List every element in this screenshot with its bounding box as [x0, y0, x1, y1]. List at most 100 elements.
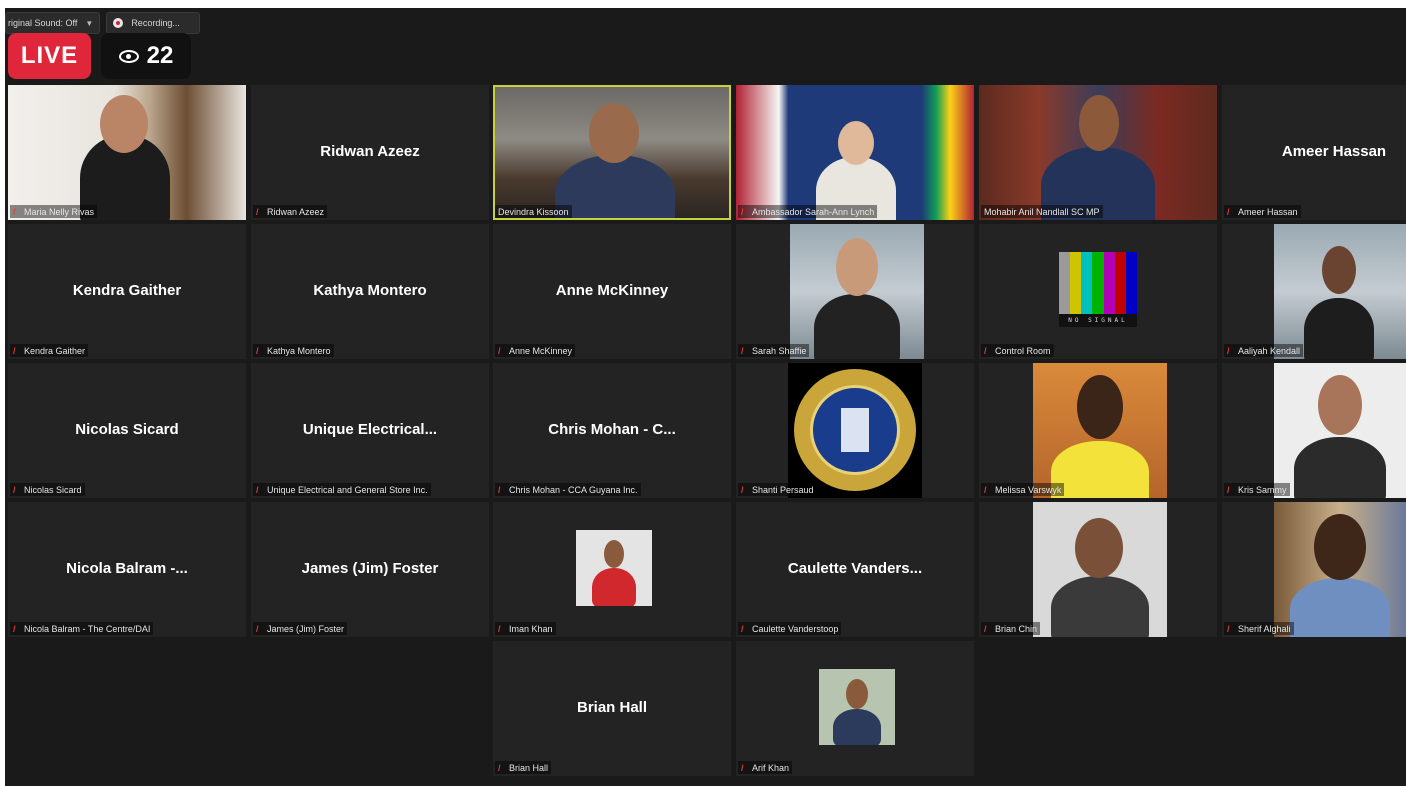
participant-tile[interactable]: / Arif Khan — [736, 641, 974, 776]
participant-tile[interactable]: / Sarah Shaffie — [736, 224, 974, 359]
muted-mic-icon: / — [498, 623, 501, 634]
participant-tile[interactable]: / Brian Chin — [979, 502, 1217, 637]
participant-head — [1079, 95, 1119, 151]
participant-name-label: Devindra Kissoon — [495, 205, 572, 218]
profile-picture — [576, 530, 652, 606]
viewer-count: 22 — [146, 42, 174, 69]
participant-head — [838, 121, 874, 165]
participant-tile[interactable]: Nicolas Sicard / Nicolas Sicard — [8, 363, 246, 498]
participant-video — [790, 224, 924, 359]
participant-tile[interactable]: / Ambassador Sarah-Ann Lynch — [736, 85, 974, 220]
muted-mic-icon: / — [741, 762, 744, 773]
participant-tile[interactable]: Caulette Vanders... / Caulette Vanderstoo… — [736, 502, 974, 637]
participant-figure — [555, 155, 675, 218]
participant-tile[interactable]: Nicola Balram -... / Nicola Balram - The … — [8, 502, 246, 637]
participant-tile[interactable]: Ridwan Azeez / Ridwan Azeez — [251, 85, 489, 220]
muted-mic-icon: / — [498, 762, 501, 773]
muted-mic-icon: / — [1227, 484, 1230, 495]
participant-display-name: Anne McKinney — [555, 282, 669, 299]
muted-mic-icon: / — [256, 206, 259, 217]
recording-indicator[interactable]: Recording... — [106, 12, 201, 34]
original-sound-label: riginal Sound: Off — [8, 18, 78, 28]
participant-tile[interactable]: Kathya Montero / Kathya Montero — [251, 224, 489, 359]
participant-tile[interactable]: NO SIGNAL / Control Room — [979, 224, 1217, 359]
participant-name-label: / Maria Nelly Rivas — [10, 205, 98, 218]
participant-figure — [1051, 441, 1149, 498]
muted-mic-icon: / — [13, 206, 16, 217]
muted-mic-icon: / — [741, 206, 744, 217]
participant-tile[interactable]: / Melissa Varswyk — [979, 363, 1217, 498]
viewer-count-badge: 22 — [101, 33, 191, 79]
participant-video — [1274, 363, 1406, 498]
participant-head — [1075, 518, 1123, 578]
participant-video — [736, 85, 974, 220]
participant-display-name: Unique Electrical... — [302, 421, 438, 438]
participant-tile[interactable]: Brian Hall / Brian Hall — [493, 641, 731, 776]
participant-head — [1318, 375, 1362, 435]
original-sound-toggle[interactable]: riginal Sound: Off ▼ — [5, 12, 101, 34]
participant-display-name: Chris Mohan - C... — [548, 421, 676, 438]
participant-display-name: Brian Hall — [576, 699, 648, 716]
participant-video — [1033, 363, 1167, 498]
participant-head — [1322, 246, 1356, 294]
recording-label: Recording... — [131, 18, 180, 28]
no-signal-text: NO SIGNAL — [1068, 317, 1128, 324]
participant-display-name: Ameer Hassan — [1281, 143, 1387, 160]
muted-mic-icon: / — [741, 345, 744, 356]
participant-name-label: / Ameer Hassan — [1224, 205, 1301, 218]
participant-head — [1077, 375, 1123, 439]
participant-head — [1314, 514, 1366, 580]
muted-mic-icon: / — [256, 484, 259, 495]
participant-tile[interactable]: / Kris Sammy — [1222, 363, 1406, 498]
muted-mic-icon: / — [984, 484, 987, 495]
muted-mic-icon: / — [1227, 623, 1230, 634]
participant-tile[interactable]: / Maria Nelly Rivas — [8, 85, 246, 220]
participant-name-label: / Nicolas Sicard — [10, 483, 85, 496]
participant-tile[interactable]: Kendra Gaither / Kendra Gaither — [8, 224, 246, 359]
participant-name-label: / Nicola Balram - The Centre/DAI — [10, 622, 154, 635]
participant-figure — [833, 709, 881, 745]
participant-display-name: Kendra Gaither — [72, 282, 182, 299]
participant-display-name: Nicolas Sicard — [75, 421, 179, 438]
active-speaker-tile[interactable]: Devindra Kissoon — [493, 85, 731, 220]
participant-video — [1274, 502, 1406, 637]
participant-head — [846, 679, 868, 709]
participant-tile[interactable]: Mohabir Anil Nandlall SC MP — [979, 85, 1217, 220]
participant-name-label: / Control Room — [981, 344, 1054, 357]
muted-mic-icon: / — [984, 345, 987, 356]
participant-tile[interactable]: James (Jim) Foster / James (Jim) Foster — [251, 502, 489, 637]
participant-tile[interactable]: / Sherif Alghali — [1222, 502, 1406, 637]
live-badge: LIVE — [8, 33, 91, 79]
participant-name-label: / Anne McKinney — [495, 344, 576, 357]
muted-mic-icon: / — [13, 345, 16, 356]
muted-mic-icon: / — [984, 623, 987, 634]
muted-mic-icon: / — [256, 623, 259, 634]
top-toolbar: riginal Sound: Off ▼ Recording... — [5, 12, 201, 34]
participant-figure — [1290, 578, 1390, 637]
profile-picture — [819, 669, 895, 745]
zoom-gallery-window: riginal Sound: Off ▼ Recording... LIVE 2… — [5, 8, 1406, 786]
participant-name-label: / Sarah Shaffie — [738, 344, 810, 357]
participant-name-label: / Shanti Persaud — [738, 483, 817, 496]
participant-tile[interactable]: Unique Electrical... / Unique Electrical … — [251, 363, 489, 498]
participant-name-label: / Ambassador Sarah-Ann Lynch — [738, 205, 878, 218]
participant-tile[interactable]: Ameer Hassan / Ameer Hassan — [1222, 85, 1406, 220]
participant-video — [1033, 502, 1167, 637]
participant-tile[interactable]: / Iman Khan — [493, 502, 731, 637]
participant-tile[interactable]: / Shanti Persaud — [736, 363, 974, 498]
john-maxwell-emblem-image — [788, 363, 922, 498]
participant-figure — [1294, 437, 1386, 498]
participant-video — [8, 85, 246, 220]
participant-tile[interactable]: / Aaliyah Kendall — [1222, 224, 1406, 359]
participant-tile[interactable]: Chris Mohan - C... / Chris Mohan - CCA Gu… — [493, 363, 731, 498]
muted-mic-icon: / — [1227, 345, 1230, 356]
muted-mic-icon: / — [741, 484, 744, 495]
participant-tile[interactable]: Anne McKinney / Anne McKinney — [493, 224, 731, 359]
participant-name-label: / Kathya Montero — [253, 344, 334, 357]
muted-mic-icon: / — [13, 623, 16, 634]
muted-mic-icon: / — [741, 623, 744, 634]
participant-head — [589, 103, 639, 163]
chevron-down-icon[interactable]: ▼ — [85, 19, 93, 28]
participant-name-label: / Arif Khan — [738, 761, 793, 774]
muted-mic-icon: / — [498, 345, 501, 356]
